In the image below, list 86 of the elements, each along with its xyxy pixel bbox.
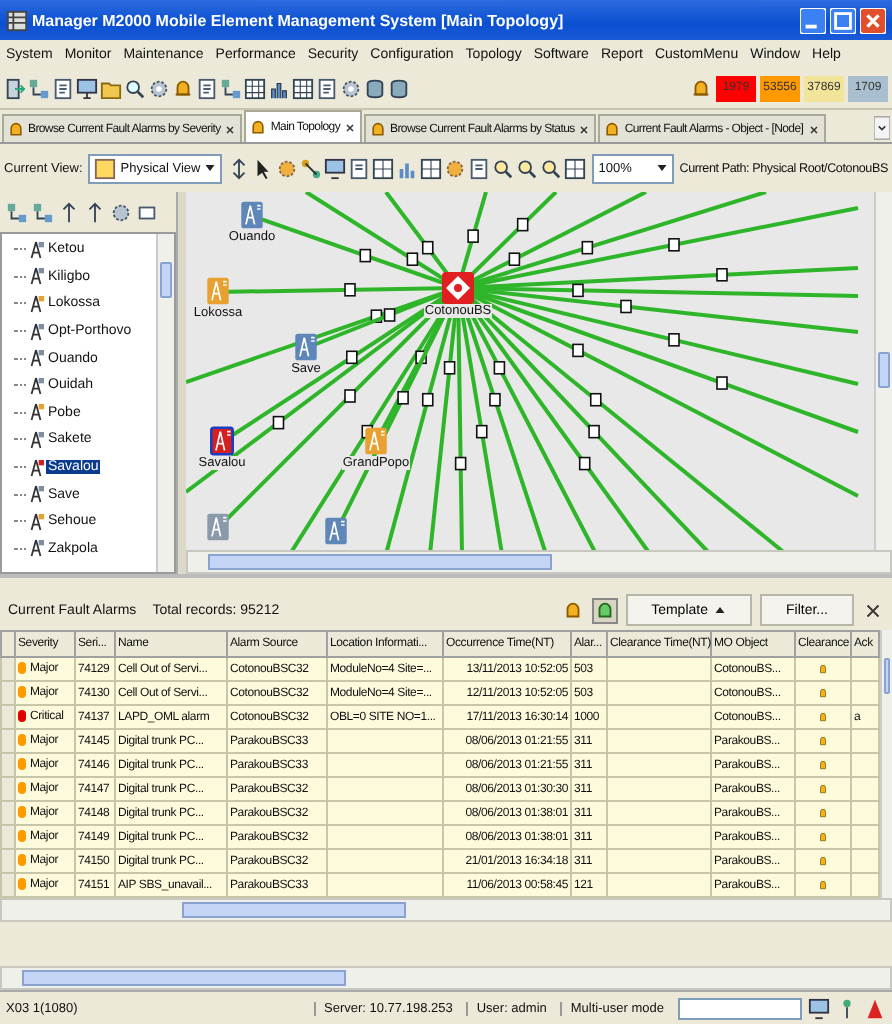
database-icon[interactable]	[388, 77, 410, 99]
monitor-icon[interactable]	[76, 77, 98, 99]
horizontal-scrollbar[interactable]	[0, 898, 892, 922]
search-icon[interactable]	[540, 157, 563, 179]
chart-icon[interactable]	[268, 77, 290, 99]
tower-icon	[28, 266, 44, 287]
bell-icon[interactable]	[172, 77, 194, 99]
caret-icon	[204, 162, 217, 174]
caret-up-icon	[713, 604, 726, 616]
arrow-icon[interactable]	[228, 157, 251, 179]
exit-icon[interactable]	[4, 77, 26, 99]
tower-node-icon[interactable]	[210, 426, 234, 456]
vertical-scrollbar[interactable]	[880, 630, 892, 898]
gear-icon[interactable]	[148, 77, 170, 99]
monitor-icon[interactable]	[324, 157, 347, 179]
network-icon[interactable]	[28, 77, 50, 99]
network-icon[interactable]	[6, 201, 28, 223]
horizontal-scrollbar[interactable]	[186, 550, 892, 574]
document-icon[interactable]	[316, 77, 338, 99]
grid-icon[interactable]	[564, 157, 587, 179]
tower-node-icon[interactable]	[206, 276, 230, 306]
bell-icon	[250, 119, 267, 135]
status-field[interactable]	[678, 997, 802, 1019]
gear-icon[interactable]	[444, 157, 467, 179]
tower-icon	[28, 293, 44, 314]
grid-icon[interactable]	[372, 157, 395, 179]
tower-icon	[28, 375, 44, 396]
monitor-icon[interactable]	[808, 997, 830, 1019]
tower-node-icon[interactable]	[240, 200, 264, 230]
document-icon[interactable]	[136, 201, 158, 223]
vertical-scrollbar[interactable]	[874, 192, 892, 550]
search-icon[interactable]	[124, 77, 146, 99]
arrow-icon[interactable]	[84, 201, 106, 223]
search-icon[interactable]	[492, 157, 515, 179]
network-icon[interactable]	[300, 157, 323, 179]
bell-icon	[8, 121, 24, 137]
bell-icon	[370, 121, 387, 137]
gear-icon[interactable]	[340, 77, 362, 99]
close-icon[interactable]	[807, 123, 820, 135]
database-icon[interactable]	[364, 77, 386, 99]
tab-list-button[interactable]	[874, 116, 890, 140]
document-icon[interactable]	[348, 157, 371, 179]
hub-node-icon[interactable]	[442, 272, 474, 304]
tower-icon	[28, 511, 44, 532]
window-title: Manager M2000 Mobile Element Management System [Main Topology]	[32, 11, 566, 29]
minimize-button[interactable]	[800, 7, 826, 33]
network-icon[interactable]	[220, 77, 242, 99]
search-icon[interactable]	[516, 157, 539, 179]
bell-icon[interactable]	[591, 597, 618, 623]
splitter-handle[interactable]	[176, 192, 186, 574]
gear-icon[interactable]	[276, 157, 299, 179]
gear-icon[interactable]	[110, 201, 132, 223]
tower-icon	[28, 348, 44, 369]
maximize-button[interactable]	[830, 7, 856, 33]
arrow-icon[interactable]	[58, 201, 80, 223]
grid-icon[interactable]	[420, 157, 443, 179]
tower-node-icon[interactable]	[324, 516, 348, 546]
tower-icon	[28, 321, 44, 342]
tower-node-icon[interactable]	[206, 512, 230, 542]
tower-icon	[28, 484, 44, 505]
document-icon[interactable]	[468, 157, 491, 179]
caret-icon	[655, 162, 668, 174]
network-icon[interactable]	[32, 201, 54, 223]
grid-icon	[6, 9, 28, 31]
close-icon[interactable]	[578, 123, 591, 135]
horizontal-scrollbar[interactable]	[0, 966, 892, 990]
tower-icon	[28, 457, 44, 478]
document-icon[interactable]	[196, 77, 218, 99]
tower-icon	[28, 402, 44, 423]
grid-icon[interactable]	[244, 77, 266, 99]
tower-icon	[28, 239, 44, 260]
bell-icon	[604, 121, 621, 137]
alarm-icon[interactable]	[864, 997, 886, 1019]
tower-icon	[28, 538, 44, 559]
close-button[interactable]	[860, 7, 886, 33]
document-icon[interactable]	[52, 77, 74, 99]
tower-node-icon[interactable]	[364, 426, 388, 456]
tower-icon	[28, 429, 44, 450]
tower-node-icon[interactable]	[294, 332, 318, 362]
bell-icon[interactable]	[690, 77, 712, 99]
close-icon[interactable]	[862, 599, 884, 621]
bell-icon[interactable]	[561, 599, 584, 621]
grid-icon[interactable]	[292, 77, 314, 99]
vertical-scrollbar[interactable]	[156, 234, 174, 572]
close-icon[interactable]	[224, 123, 237, 135]
close-icon[interactable]	[344, 121, 357, 133]
